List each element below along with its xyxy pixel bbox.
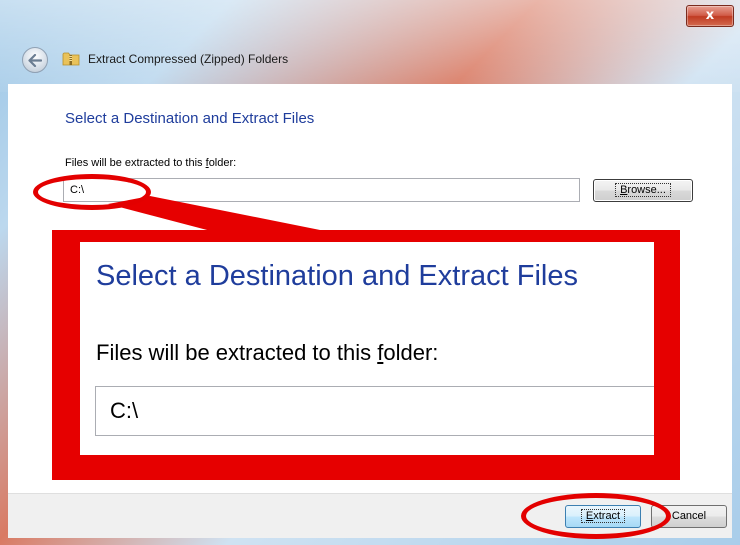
browse-button[interactable]: Browse...	[593, 179, 693, 202]
zoom-path-input: C:\	[95, 386, 654, 436]
close-button[interactable]: x	[686, 5, 734, 27]
destination-label-end: older:	[208, 157, 237, 169]
zoom-destination-label: Files will be extracted to this folder:	[96, 340, 438, 366]
window-title: Extract Compressed (Zipped) Folders	[88, 52, 289, 66]
page-heading: Select a Destination and Extract Files	[65, 110, 315, 127]
close-icon: x	[705, 8, 715, 23]
zip-folder-icon	[62, 52, 80, 66]
zoom-callout: Select a Destination and Extract Files F…	[80, 242, 654, 455]
zoom-label-start: Files will be extracted to this	[96, 340, 378, 365]
back-button[interactable]	[22, 47, 48, 73]
browse-label-rest: rowse...	[627, 184, 666, 196]
zoom-heading: Select a Destination and Extract Files	[96, 260, 578, 292]
path-highlight-ellipse	[33, 174, 151, 210]
zoom-label-end: older:	[383, 340, 439, 365]
destination-label: Files will be extracted to this folder:	[65, 157, 236, 169]
extract-highlight-ellipse	[521, 493, 671, 539]
browse-button-label: Browse...	[615, 183, 671, 197]
back-arrow-icon	[28, 54, 42, 67]
destination-label-start: Files will be extracted to this	[65, 157, 206, 169]
